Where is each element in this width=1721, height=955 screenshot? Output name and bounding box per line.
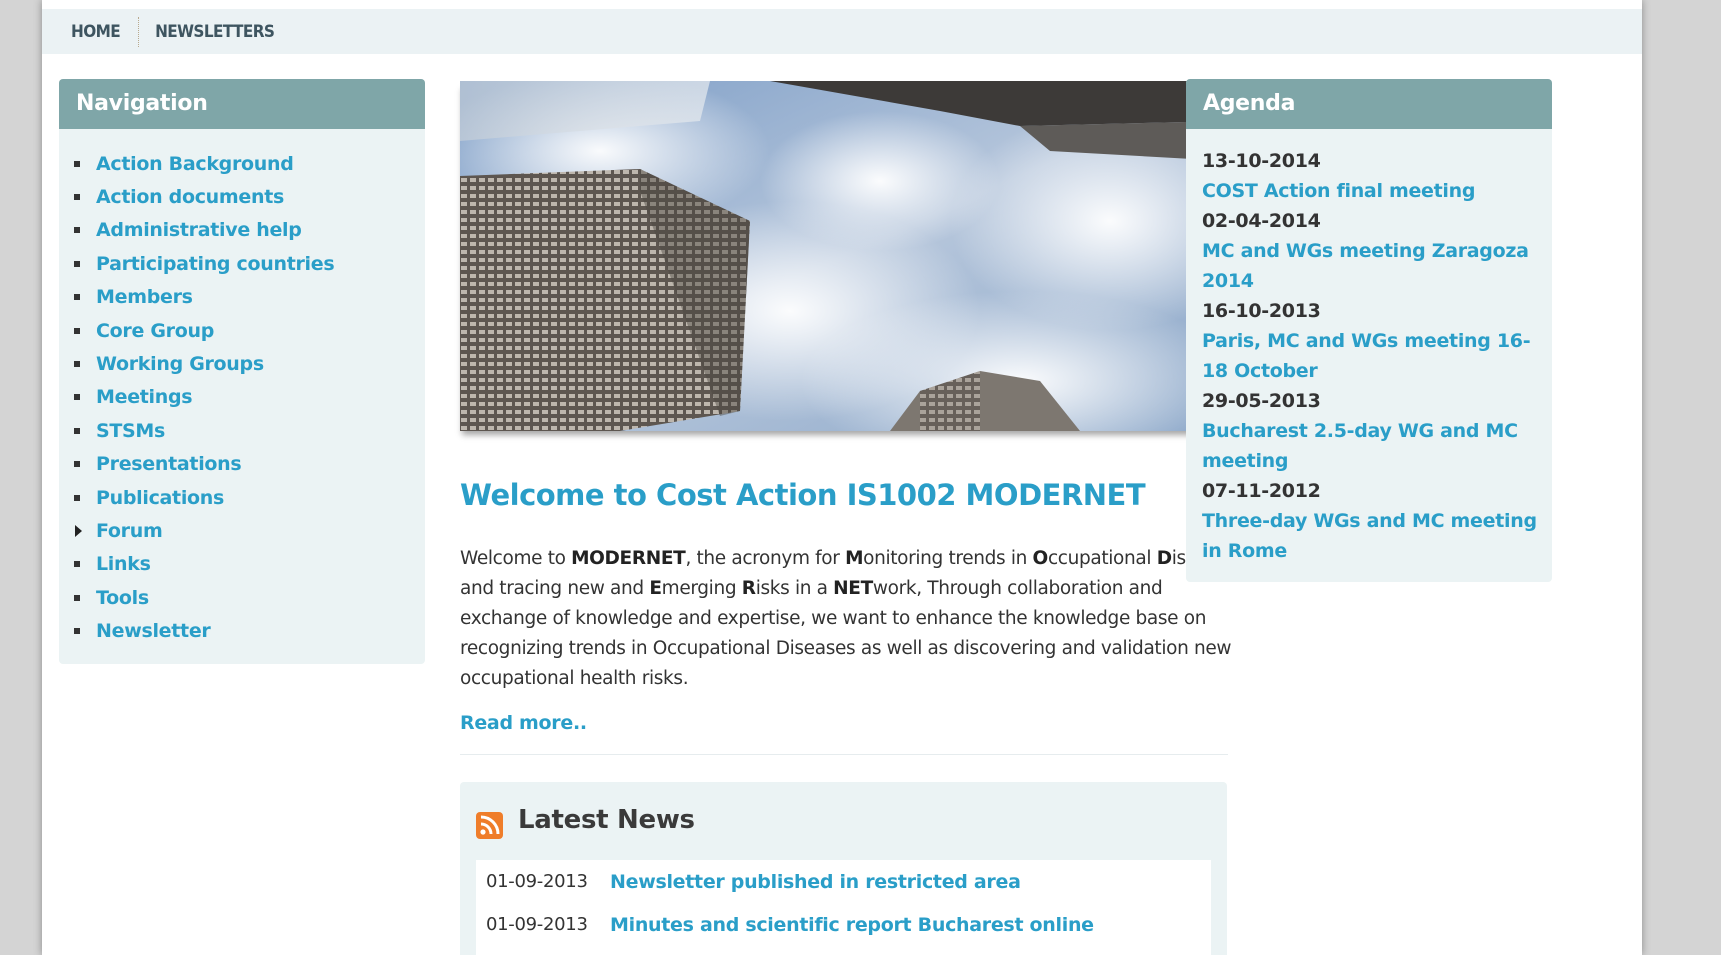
square-bullet-icon xyxy=(74,628,80,635)
news-date: 01-09-2013 xyxy=(486,871,588,892)
nav-item-core-group: Core Group xyxy=(59,314,425,347)
news-item: 01-09-2013 Minutes and scientific report… xyxy=(476,903,1211,946)
square-bullet-icon xyxy=(74,394,80,401)
square-bullet-icon xyxy=(74,160,80,167)
news-item: 01-09-2013 Newsletter published in restr… xyxy=(476,860,1211,903)
navigation-title: Navigation xyxy=(59,79,425,129)
nav-item-publications: Publications xyxy=(59,481,425,514)
nav-item-action-documents: Action documents xyxy=(59,180,425,213)
top-nav-separator xyxy=(138,16,140,47)
top-bar: HOME NEWSLETTERS xyxy=(42,9,1642,54)
nav-link-core-group[interactable]: Core Group xyxy=(96,320,214,342)
agenda-list: 13-10-2014 COST Action final meeting 02-… xyxy=(1186,129,1552,566)
nav-link-forum[interactable]: Forum xyxy=(96,520,163,542)
square-bullet-icon xyxy=(74,361,80,368)
nav-link-working-groups[interactable]: Working Groups xyxy=(96,353,264,375)
nav-item-working-groups: Working Groups xyxy=(59,347,425,380)
agenda-event-link[interactable]: Bucharest 2.5-day WG and MC meeting xyxy=(1202,416,1547,476)
nav-link-members[interactable]: Members xyxy=(96,286,193,308)
nav-link-participating-countries[interactable]: Participating countries xyxy=(96,253,335,275)
read-more-link[interactable]: Read more.. xyxy=(460,712,587,734)
page: HOME NEWSLETTERS Navigation Action Backg… xyxy=(42,0,1642,955)
square-bullet-icon xyxy=(74,194,80,201)
agenda-date: 29-05-2013 xyxy=(1202,390,1321,412)
nav-link-meetings[interactable]: Meetings xyxy=(96,386,193,408)
square-bullet-icon xyxy=(74,594,80,601)
top-nav-home[interactable]: HOME xyxy=(71,22,121,42)
square-bullet-icon xyxy=(74,561,80,568)
nav-item-tools: Tools xyxy=(59,581,425,614)
agenda-date: 07-11-2012 xyxy=(1202,480,1321,502)
content-divider xyxy=(460,754,1228,755)
intro-text: Welcome to MODERNET, the acronym for Mon… xyxy=(460,548,1238,689)
hero-image xyxy=(460,81,1228,431)
nav-link-administrative-help[interactable]: Administrative help xyxy=(96,219,302,241)
triangle-right-icon[interactable] xyxy=(75,524,82,537)
nav-item-members: Members xyxy=(59,281,425,314)
agenda-panel: Agenda 13-10-2014 COST Action final meet… xyxy=(1186,79,1552,582)
nav-item-links: Links xyxy=(59,548,425,581)
top-nav-newsletters[interactable]: NEWSLETTERS xyxy=(155,22,275,42)
nav-link-action-documents[interactable]: Action documents xyxy=(96,186,284,208)
nav-item-newsletter: Newsletter xyxy=(59,614,425,647)
nav-link-publications[interactable]: Publications xyxy=(96,487,224,509)
nav-item-presentations: Presentations xyxy=(59,448,425,481)
news-link[interactable]: Minutes and scientific report Bucharest … xyxy=(610,914,1094,936)
square-bullet-icon xyxy=(74,427,80,434)
nav-item-stsms: STSMs xyxy=(59,414,425,447)
agenda-date: 13-10-2014 xyxy=(1202,150,1321,172)
square-bullet-icon xyxy=(74,260,80,267)
latest-news-title: Latest News xyxy=(518,805,695,835)
square-bullet-icon xyxy=(74,227,80,234)
agenda-event-link[interactable]: MC and WGs meeting Zaragoza 2014 xyxy=(1202,236,1547,296)
news-date: 01-09-2013 xyxy=(486,914,588,935)
news-link[interactable]: Newsletter published in restricted area xyxy=(610,871,1021,893)
agenda-event-link[interactable]: Three-day WGs and MC meeting in Rome xyxy=(1202,506,1547,566)
nav-link-links[interactable]: Links xyxy=(96,553,151,575)
agenda-date: 02-04-2014 xyxy=(1202,210,1321,232)
page-title: Welcome to Cost Action IS1002 MODERNET xyxy=(460,478,1146,512)
square-bullet-icon xyxy=(74,294,80,301)
nav-item-forum: Forum xyxy=(59,514,425,547)
agenda-title: Agenda xyxy=(1186,79,1552,129)
nav-link-action-background[interactable]: Action Background xyxy=(96,153,294,175)
nav-item-administrative-help: Administrative help xyxy=(59,214,425,247)
nav-item-meetings: Meetings xyxy=(59,381,425,414)
news-list: 01-09-2013 Newsletter published in restr… xyxy=(476,860,1211,955)
top-nav: HOME NEWSLETTERS xyxy=(71,9,275,54)
rss-feed-icon[interactable] xyxy=(476,812,503,839)
nav-link-stsms[interactable]: STSMs xyxy=(96,420,165,442)
agenda-date: 16-10-2013 xyxy=(1202,300,1321,322)
agenda-event-link[interactable]: Paris, MC and WGs meeting 16-18 October xyxy=(1202,326,1547,386)
nav-link-presentations[interactable]: Presentations xyxy=(96,453,242,475)
square-bullet-icon xyxy=(74,461,80,468)
navigation-panel: Navigation Action Background Action docu… xyxy=(59,79,425,664)
nav-item-participating-countries: Participating countries xyxy=(59,247,425,280)
nav-link-tools[interactable]: Tools xyxy=(96,587,149,609)
navigation-list: Action Background Action documents Admin… xyxy=(59,129,425,648)
nav-item-action-background: Action Background xyxy=(59,147,425,180)
nav-link-newsletter[interactable]: Newsletter xyxy=(96,620,211,642)
latest-news-panel: Latest News 01-09-2013 Newsletter publis… xyxy=(460,782,1227,955)
square-bullet-icon xyxy=(74,327,80,334)
hero-image-graphic xyxy=(460,81,1228,431)
agenda-event-link[interactable]: COST Action final meeting xyxy=(1202,176,1547,206)
square-bullet-icon xyxy=(74,494,80,501)
